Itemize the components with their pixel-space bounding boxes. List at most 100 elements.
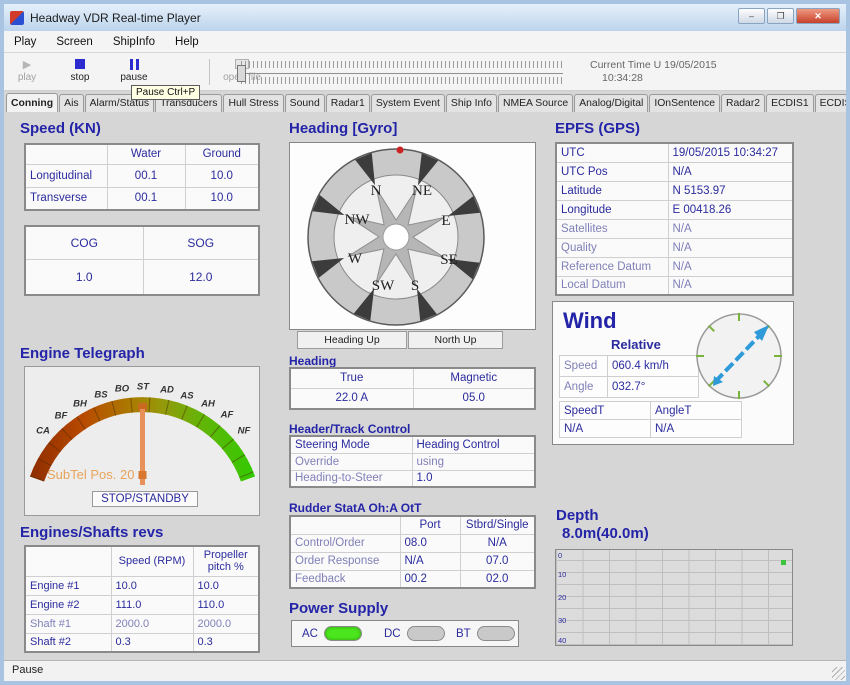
tab-conning[interactable]: Conning	[6, 93, 58, 112]
depth-tick: 20	[558, 593, 566, 602]
compass-rose: N NE E SE S SW W NW	[290, 143, 535, 329]
rudder-h0	[290, 516, 400, 534]
rudder-cell: N/A	[400, 552, 460, 570]
eng-row-label: Shaft #1	[25, 614, 111, 633]
heading-up-button[interactable]: Heading Up	[297, 331, 407, 349]
menu-shipinfo[interactable]: ShipInfo	[103, 33, 165, 51]
stop-label: stop	[62, 72, 98, 83]
telegraph-scale-label: BS	[94, 390, 107, 401]
telegraph-scale-label: AF	[221, 410, 234, 421]
rudder-table: Port Stbrd/Single Control/Order08.0N/A O…	[289, 515, 536, 589]
resize-grip[interactable]	[832, 667, 845, 680]
track-control-title: Header/Track Control	[289, 422, 410, 436]
menu-play[interactable]: Play	[4, 33, 46, 51]
rudder-label: Control/Order	[290, 534, 400, 552]
wind-angle-label: Angle	[560, 377, 608, 398]
speed-h-ground: Ground	[185, 144, 259, 164]
eng-cell: 0.3	[193, 633, 259, 652]
tab-system-event[interactable]: System Event	[371, 94, 445, 112]
telegraph-scale-label: AS	[180, 391, 193, 402]
eng-row-label: Shaft #2	[25, 633, 111, 652]
current-time-line2: 10:34:28	[590, 72, 760, 85]
wind-true-table: SpeedTAngleT N/AN/A	[559, 401, 742, 438]
speed-row-label: Transverse	[25, 187, 107, 210]
wind-speed-value: 060.4 km/h	[608, 356, 699, 377]
compass-nw: NW	[345, 212, 371, 228]
rudder-cell: N/A	[460, 534, 535, 552]
tab-ais[interactable]: Ais	[59, 94, 83, 112]
cog-value: 1.0	[25, 259, 143, 295]
eng-row-label: Engine #1	[25, 576, 111, 595]
tab-radar2[interactable]: Radar2	[721, 94, 765, 112]
bt-indicator	[477, 626, 515, 641]
eng-cell: 10.0	[193, 576, 259, 595]
heading-table: True Magnetic 22.0 A 05.0	[289, 367, 536, 410]
play-button[interactable]: ▶ play	[10, 57, 44, 83]
epfs-value: N/A	[668, 219, 793, 238]
stop-button[interactable]: stop	[62, 57, 98, 83]
tab-hull-stress[interactable]: Hull Stress	[223, 94, 283, 112]
tab-radar1[interactable]: Radar1	[326, 94, 370, 112]
rudder-cell: 00.2	[400, 570, 460, 588]
epfs-label: Longitude	[556, 200, 668, 219]
tab-ionsentence[interactable]: IOnSentence	[649, 94, 720, 112]
rudder-label: Feedback	[290, 570, 400, 588]
sog-value: 12.0	[143, 259, 259, 295]
current-time: Current Time U 19/05/2015 10:34:28	[590, 59, 760, 85]
engine-telegraph-panel: CA BF BH BS BO ST AD AS AH AF NF SubTel …	[24, 366, 260, 516]
sog-header: SOG	[143, 226, 259, 259]
heading-magnetic-value: 05.0	[413, 388, 535, 409]
wind-mode: Relative	[611, 337, 661, 352]
depth-marker	[781, 560, 786, 565]
epfs-label: UTC	[556, 143, 668, 162]
north-up-button[interactable]: North Up	[408, 331, 503, 349]
tab-nmea-source[interactable]: NMEA Source	[498, 94, 573, 112]
rudder-h-port: Port	[400, 516, 460, 534]
minimize-button[interactable]: –	[738, 8, 765, 24]
depth-chart: 0 10 20 30 40	[555, 549, 793, 646]
epfs-label: Local Datum	[556, 276, 668, 295]
depth-tick: 0	[558, 551, 562, 560]
epfs-title: EPFS (GPS)	[555, 120, 640, 137]
pause-button[interactable]: pause	[112, 57, 156, 83]
depth-tick: 40	[558, 636, 566, 645]
menu-screen[interactable]: Screen	[46, 33, 102, 51]
compass-e: E	[441, 213, 450, 229]
speed-cell: 10.0	[185, 187, 259, 210]
heading-h-magnetic: Magnetic	[413, 368, 535, 388]
maximize-button[interactable]: ❐	[767, 8, 794, 24]
menu-help[interactable]: Help	[165, 33, 209, 51]
tab-ship-info[interactable]: Ship Info	[446, 94, 497, 112]
wind-speed-label: Speed	[560, 356, 608, 377]
tab-ecdis1[interactable]: ECDIS1	[766, 94, 814, 112]
ac-label: AC	[302, 628, 318, 640]
rudder-section-title: Rudder StatA Oh:A OtT	[289, 501, 421, 515]
epfs-value: E 00418.26	[668, 200, 793, 219]
bt-label: BT	[456, 628, 471, 640]
eng-cell: 2000.0	[111, 614, 193, 633]
app-window: Headway VDR Real-time Player – ❐ ✕ Play …	[0, 0, 850, 685]
close-button[interactable]: ✕	[796, 8, 840, 24]
slider-ticks-top	[241, 61, 563, 68]
speed-title: Speed (KN)	[20, 120, 101, 137]
tab-analog-digital[interactable]: Analog/Digital	[574, 94, 648, 112]
lubber-line-dot	[397, 147, 404, 154]
status-text: Pause	[12, 664, 43, 676]
wind-anglet-value: N/A	[651, 420, 742, 438]
pause-label: pause	[112, 72, 156, 83]
stop-standby-button[interactable]: STOP/STANDBY	[92, 491, 198, 507]
dc-label: DC	[384, 628, 401, 640]
epfs-label: Latitude	[556, 181, 668, 200]
speed-cell: 00.1	[107, 187, 185, 210]
tab-ecdis2[interactable]: ECDIS2	[815, 94, 850, 112]
compass-panel: N NE E SE S SW W NW	[289, 142, 536, 330]
slider-track[interactable]	[241, 73, 563, 74]
eng-h0	[25, 546, 111, 576]
heading-true-value: 22.0 A	[290, 388, 413, 409]
slider-handle[interactable]	[237, 65, 246, 82]
track-control-table: Steering ModeHeading Control Overrideusi…	[289, 435, 536, 488]
tab-sound[interactable]: Sound	[285, 94, 325, 112]
epfs-value: N/A	[668, 238, 793, 257]
cog-sog-table: COG SOG 1.0 12.0	[24, 225, 260, 296]
dc-indicator	[407, 626, 445, 641]
